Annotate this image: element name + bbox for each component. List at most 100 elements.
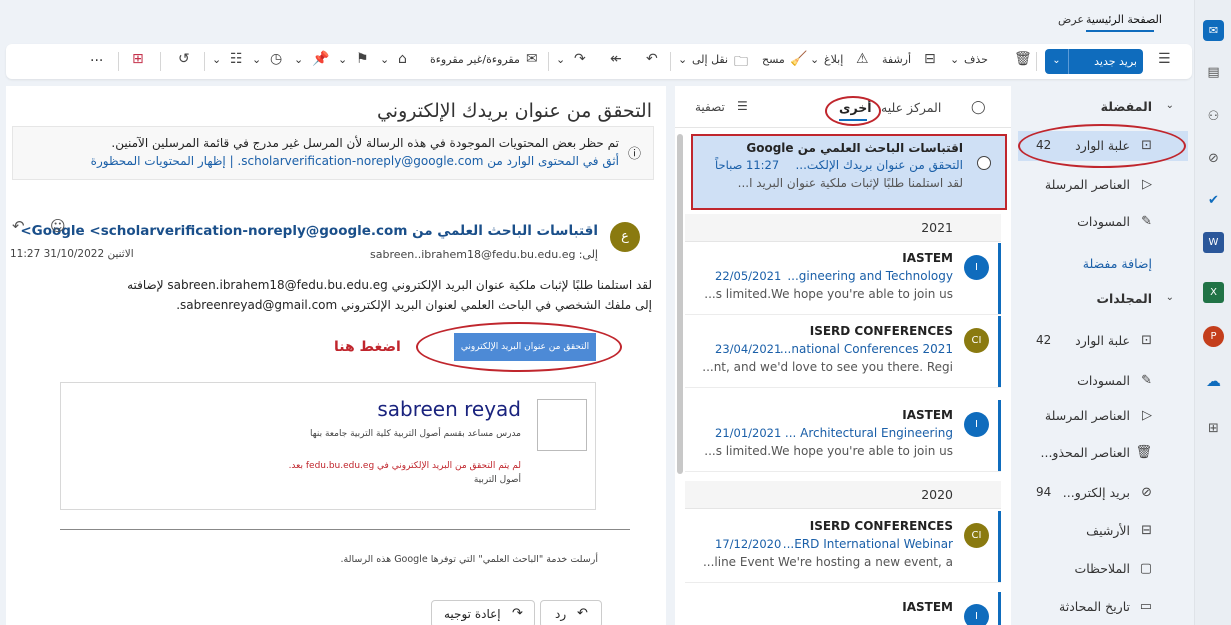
- envelope-open-icon[interactable]: ✉: [526, 51, 538, 67]
- emoji-icon[interactable]: ☺: [50, 217, 66, 235]
- chevron-down-icon[interactable]: ⌄: [810, 53, 819, 66]
- list-item[interactable]: CI ISERD CONFERENCES ...ERD Internationa…: [685, 511, 1001, 583]
- reply-button[interactable]: ↶ رد: [540, 600, 602, 625]
- trash-icon: 🗑: [1135, 445, 1152, 460]
- read-unread-button[interactable]: مقروءة/غير مقروءة: [430, 53, 520, 66]
- chevron-down-icon[interactable]: ⌄: [1045, 49, 1069, 74]
- favorite-inbox[interactable]: ⊡ علبة الوارد 42: [1018, 131, 1188, 161]
- chevron-down-icon[interactable]: ⌄: [380, 53, 389, 66]
- apps-icon[interactable]: ⊞: [132, 51, 144, 67]
- list-item[interactable]: CI ISERD CONFERENCES ...national Confere…: [685, 316, 1001, 388]
- rules-icon[interactable]: ☷: [230, 51, 243, 67]
- list-item[interactable]: I IASTEM: [685, 592, 1001, 625]
- more-apps-icon[interactable]: ⊞: [1203, 418, 1224, 439]
- favorites-header[interactable]: ⌄ المفضلة: [1018, 92, 1188, 122]
- tab-view[interactable]: عرض: [1058, 13, 1084, 26]
- selected-sender: اقتباسات الباحث العلمي من Google: [746, 141, 963, 155]
- reply-icon[interactable]: ↶: [646, 51, 658, 67]
- move-folder-icon[interactable]: 🗀: [734, 51, 748, 75]
- people-app-icon[interactable]: ⚇: [1203, 106, 1224, 127]
- new-mail-button[interactable]: ⌄ بريد جديد: [1045, 49, 1143, 74]
- folder-junk-email[interactable]: ⊘ بريد إلكترو... 94: [1018, 478, 1188, 508]
- reply-icon[interactable]: ↶: [12, 217, 25, 235]
- blocked-content-warning: ⓘ تم حظر بعض المحتويات الموجودة في هذه ا…: [12, 126, 654, 180]
- tab-other[interactable]: أخرى: [839, 100, 872, 115]
- profile-field: أصول التربية: [473, 475, 521, 485]
- chevron-down-icon[interactable]: ⌄: [294, 53, 303, 66]
- select-radio-icon[interactable]: [977, 156, 991, 170]
- trash-icon[interactable]: 🗑: [1014, 51, 1032, 67]
- report-button[interactable]: إبلاغ: [824, 53, 843, 66]
- send-icon: ▷: [1142, 177, 1152, 192]
- sender-name[interactable]: اقتباسات الباحث العلمي من Google <schola…: [20, 223, 598, 239]
- undo-icon[interactable]: ↺: [178, 51, 190, 67]
- new-mail-label: بريد جديد: [1094, 55, 1137, 68]
- trust-sender-link[interactable]: أثق في المحتوى الوارد من scholarverifica…: [91, 154, 619, 168]
- folder-drafts[interactable]: ✎ المسودات: [1018, 366, 1188, 396]
- sweep-button[interactable]: مسح: [762, 53, 785, 66]
- favorite-sent-items[interactable]: ▷ العناصر المرسلة: [1018, 170, 1188, 200]
- forward-button[interactable]: ↷ إعادة توجيه: [431, 600, 535, 625]
- flag-icon[interactable]: ⚑: [356, 51, 369, 67]
- calendar-app-icon[interactable]: ▤: [1203, 62, 1224, 83]
- folders-header[interactable]: ⌄ المجلدات: [1018, 284, 1188, 314]
- folder-conversation-history[interactable]: ▭ تاريخ المحادثة: [1018, 592, 1188, 622]
- filter-button[interactable]: تصفية: [695, 100, 725, 114]
- list-item[interactable]: I IASTEM ... Architectural Engineering 2…: [685, 400, 1001, 472]
- chevron-down-icon[interactable]: ⌄: [212, 53, 221, 66]
- sweep-icon[interactable]: 🧹: [790, 51, 807, 67]
- excel-app-icon[interactable]: X: [1203, 282, 1224, 303]
- folder-inbox[interactable]: ⊡ علبة الوارد 42: [1018, 326, 1188, 356]
- profile-affiliation: مدرس مساعد بقسم أصول التربية كلية التربي…: [309, 429, 521, 439]
- folder-archive[interactable]: ⊟ الأرشيف: [1018, 516, 1188, 546]
- message-date: الاثنين 31/10/2022 11:27: [10, 248, 134, 260]
- delete-button[interactable]: حذف: [964, 53, 988, 66]
- powerpoint-app-icon[interactable]: P: [1203, 326, 1224, 347]
- chevron-down-icon[interactable]: ⌄: [950, 53, 959, 66]
- tab-focused[interactable]: المركز عليه: [881, 100, 941, 115]
- folder-sent-items[interactable]: ▷ العناصر المرسلة: [1018, 401, 1188, 431]
- word-app-icon[interactable]: W: [1203, 232, 1224, 253]
- attachment-app-icon[interactable]: ⊘: [1203, 148, 1224, 169]
- list-item[interactable]: I IASTEM ...gineering and Technology 22/…: [685, 243, 1001, 315]
- more-options-icon[interactable]: ...: [90, 49, 103, 65]
- chevron-down-icon[interactable]: ⌄: [252, 53, 261, 66]
- profile-name[interactable]: sabreen reyad: [377, 397, 521, 421]
- folder-deleted-items[interactable]: 🗑 العناصر المحذو...: [1018, 438, 1188, 468]
- message-list-header: ◯ المركز عليه أخرى ☰ تصفية: [675, 86, 1011, 128]
- todo-app-icon[interactable]: ✔: [1203, 190, 1224, 211]
- add-favorite-link[interactable]: إضافة مفضلة: [1018, 249, 1188, 279]
- chevron-down-icon[interactable]: ⌄: [338, 53, 347, 66]
- note-icon: ▢: [1139, 561, 1152, 576]
- clock-icon[interactable]: ◷: [270, 51, 282, 67]
- reading-pane: التحقق من عنوان بريدك الإلكتروني ⓘ تم حظ…: [6, 86, 666, 625]
- verify-email-button[interactable]: التحقق من عنوان البريد الإلكتروني: [454, 333, 596, 361]
- chevron-down-icon[interactable]: ⌄: [678, 53, 687, 66]
- selected-message-item[interactable]: اقتباسات الباحث العلمي من Google التحقق …: [691, 134, 1007, 210]
- tab-home-underline: [1086, 30, 1154, 32]
- archive-icon[interactable]: ⊟: [924, 51, 936, 67]
- archive-button[interactable]: أرشفة: [882, 53, 911, 66]
- mail-app-icon[interactable]: ✉: [1203, 20, 1224, 41]
- warning-icon[interactable]: ⚠: [856, 51, 869, 67]
- move-to-button[interactable]: نقل إلى: [692, 53, 728, 66]
- hamburger-menu-icon[interactable]: ☰: [1158, 51, 1171, 67]
- chevron-down-icon[interactable]: ⌄: [556, 53, 565, 66]
- pin-icon[interactable]: 📌: [312, 51, 329, 67]
- filter-icon[interactable]: ☰: [737, 99, 748, 113]
- year-group-2020: 2020: [685, 481, 1001, 509]
- favorite-drafts[interactable]: ✎ المسودات: [1018, 207, 1188, 237]
- folder-pane: ⌄ المفضلة ⊡ علبة الوارد 42 ▷ العناصر الم…: [1018, 86, 1194, 625]
- tab-home[interactable]: الصفحة الرئيسية: [1086, 13, 1162, 26]
- forward-icon[interactable]: ↷: [574, 51, 586, 67]
- year-group-2021: 2021: [685, 214, 1001, 242]
- check-circle-icon[interactable]: ◯: [971, 100, 986, 115]
- tag-icon[interactable]: ⌂: [398, 51, 407, 67]
- onedrive-app-icon[interactable]: ☁: [1203, 370, 1224, 391]
- folder-notes[interactable]: ▢ الملاحظات: [1018, 554, 1188, 584]
- reply-all-icon[interactable]: ↞: [610, 51, 622, 67]
- profile-unverified-warning: لم يتم التحقق من البريد الإلكتروني في fe…: [288, 461, 521, 471]
- folder-icon: ▭: [1139, 599, 1152, 614]
- tab-bar: الصفحة الرئيسية عرض: [0, 0, 1194, 38]
- message-list-scrollbar[interactable]: [677, 134, 683, 474]
